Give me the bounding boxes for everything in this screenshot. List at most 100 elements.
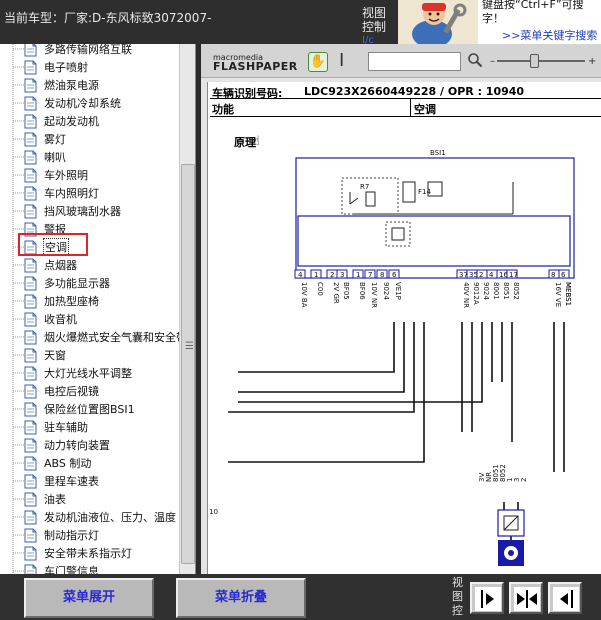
tree-item[interactable]: 发动机油液位、压力、温度 [24, 508, 177, 526]
search-icon[interactable] [467, 52, 483, 68]
document-icon [24, 114, 37, 129]
tree-scrollbar-thumb[interactable]: ☰ [181, 164, 195, 564]
tree-item[interactable]: 挡风玻璃刮水器 [24, 202, 122, 220]
tree-item[interactable]: 车外照明 [24, 166, 89, 184]
tree-item[interactable]: ABS 制动 [24, 454, 92, 472]
view-control-line-1: 视图 [362, 6, 387, 20]
document-icon [24, 384, 37, 399]
text-select-tool-icon[interactable]: Ι [339, 50, 344, 71]
tree-item[interactable]: 加热型座椅 [24, 292, 100, 310]
document-icon [24, 78, 37, 93]
wire-label: 8052 [512, 282, 520, 300]
tree-item-label: 大灯光线水平调整 [44, 367, 132, 380]
zoom-slider-thumb[interactable] [530, 54, 539, 68]
tree-item[interactable]: 里程车速表 [24, 472, 100, 490]
expand-right-icon [475, 587, 501, 611]
svg-text:1: 1 [356, 271, 360, 279]
wire-label: 16V VE [554, 282, 562, 307]
view-control-line-2: 控制 [362, 20, 387, 34]
current-car-model: 当前车型：厂家:D-东风标致3072007- [4, 9, 211, 26]
flashpaper-logo: macromedia FLASHPAPER [213, 53, 298, 72]
tree-item-label: 发动机冷却系统 [44, 97, 121, 110]
tree-item[interactable]: 车门警信息 [24, 562, 100, 574]
tree-item[interactable]: 烟火爆燃式安全气囊和安全带 [24, 328, 188, 346]
zoom-slider-track[interactable] [497, 60, 585, 62]
side-label: 10 [209, 508, 218, 516]
document-icon [24, 150, 37, 165]
collapse-menu-button[interactable]: 菜单折叠 [176, 578, 306, 618]
tree-item-label: 收音机 [44, 313, 77, 326]
tree-item[interactable]: 电子喷射 [24, 58, 89, 76]
connector-pin: 1 [310, 269, 322, 279]
document-icon [24, 456, 37, 471]
expand-menu-button[interactable]: 菜单展开 [24, 578, 154, 618]
menu-keyword-search-link[interactable]: >>菜单关键字搜索 [502, 27, 597, 43]
connector-pin: 6 [558, 269, 570, 279]
document-icon [24, 438, 37, 453]
expand-left-icon [553, 587, 579, 611]
search-input[interactable] [368, 52, 461, 71]
tree-item[interactable]: 安全带未系指示灯 [24, 544, 133, 562]
tree-item[interactable]: 驻车辅助 [24, 418, 89, 436]
tree-item[interactable]: 保险丝位置图BSI1 [24, 400, 136, 418]
tree-item[interactable]: 多功能显示器 [24, 274, 111, 292]
tree-item[interactable]: 点烟器 [24, 256, 78, 274]
svg-text:6: 6 [561, 271, 566, 279]
wire-label: 8051 [502, 282, 510, 300]
tree-item-label: 车外照明 [44, 169, 88, 182]
vc-char-2: 图 [452, 590, 463, 603]
tree-item[interactable]: 制动指示灯 [24, 526, 100, 544]
tree-item-label: 喇叭 [44, 151, 66, 164]
tree-item[interactable]: 动力转向装置 [24, 436, 111, 454]
wire-label: VE1P [394, 282, 402, 300]
tree-item-label: 烟火爆燃式安全气囊和安全带 [44, 331, 187, 344]
tree-item[interactable]: 喇叭 [24, 148, 67, 166]
view-expand-right-button[interactable] [470, 582, 504, 614]
tree-item[interactable]: 收音机 [24, 310, 78, 328]
view-control-label: 视图 控制 I/c [362, 6, 392, 48]
connector-pin: 7 [364, 269, 376, 279]
tree-item[interactable]: 车内照明灯 [24, 184, 100, 202]
split-view-icon [514, 587, 540, 611]
svg-text:2: 2 [479, 271, 483, 279]
tree-item[interactable]: 油表 [24, 490, 67, 508]
tree-item-label: 起动发动机 [44, 115, 99, 128]
wire-label: 8001 [492, 282, 500, 300]
selected-item-highlight [18, 233, 88, 256]
connector-pin: 6 [388, 269, 400, 279]
function-divider [410, 99, 411, 117]
hand-tool-button[interactable]: ✋ [308, 52, 328, 72]
zoom-out-icon[interactable]: – [490, 56, 495, 67]
zoom-in-icon[interactable]: + [588, 56, 596, 67]
tree-item[interactable]: 起动发动机 [24, 112, 100, 130]
tree-item-label: 多功能显示器 [44, 277, 110, 290]
document-icon [24, 528, 37, 543]
tree-item-label: 点烟器 [44, 259, 77, 272]
tree-item-label: 天窗 [44, 349, 66, 362]
mechanic-mascot-icon [398, 0, 478, 44]
document-icon [24, 276, 37, 291]
document-icon [24, 510, 37, 525]
bsi-inner-module [297, 215, 571, 267]
tree-item-label: 驻车辅助 [44, 421, 88, 434]
document-icon [24, 330, 37, 345]
tree-item[interactable]: 雾灯 [24, 130, 67, 148]
svg-text:7: 7 [368, 271, 372, 279]
tree-item[interactable]: 发动机冷却系统 [24, 94, 122, 112]
view-split-button[interactable] [509, 582, 543, 614]
connector-pin: 35 [466, 269, 478, 279]
wire-label: 9024 [482, 282, 490, 300]
flashpaper-toolbar: macromedia FLASHPAPER ✋ Ι – + [201, 44, 601, 78]
view-expand-left-button[interactable] [548, 582, 582, 614]
fuse-label: F14 [418, 188, 431, 196]
tree-item[interactable]: 燃油泵电源 [24, 76, 100, 94]
tree-item[interactable]: 天窗 [24, 346, 67, 364]
tree-scrollbar[interactable]: ☰ [179, 44, 195, 574]
tree-item-label: 燃油泵电源 [44, 79, 99, 92]
document-icon [24, 366, 37, 381]
wire-label: 10V BA [300, 282, 308, 308]
tree-item[interactable]: 多路传输网络互联 [24, 44, 133, 58]
tree-item[interactable]: 电控后视镜 [24, 382, 100, 400]
wire-label: 9024 [382, 282, 390, 300]
tree-item[interactable]: 大灯光线水平调整 [24, 364, 133, 382]
